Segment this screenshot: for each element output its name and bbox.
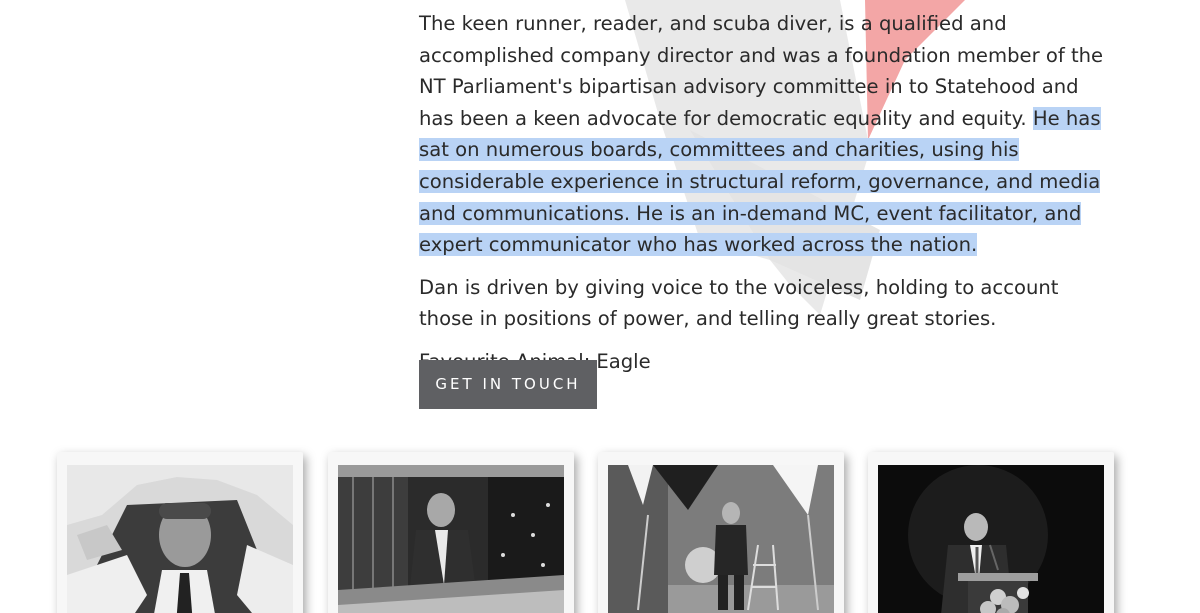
bio-section: The keen runner, reader, and scuba diver… [419,8,1119,378]
photo-studio[interactable] [608,465,834,613]
bio-paragraph-2: Dan is driven by giving voice to the voi… [419,275,1059,331]
bio-paragraph-1-text: The keen runner, reader, and scuba diver… [419,12,1104,130]
page: The keen runner, reader, and scuba diver… [0,0,1200,613]
photo-podium[interactable] [878,465,1104,613]
photo-newsroom[interactable] [338,465,564,613]
gallery-card[interactable] [57,452,303,613]
favourite-animal-value: Eagle [596,349,651,373]
gallery-card[interactable] [328,452,574,613]
photo-gallery [0,452,1200,613]
gallery-card[interactable] [868,452,1114,613]
get-in-touch-button[interactable]: GET IN TOUCH [419,360,597,409]
bio-paragraph-1: The keen runner, reader, and scuba diver… [419,8,1119,261]
photo-tearing-paper[interactable] [67,465,293,613]
gallery-card[interactable] [598,452,844,613]
